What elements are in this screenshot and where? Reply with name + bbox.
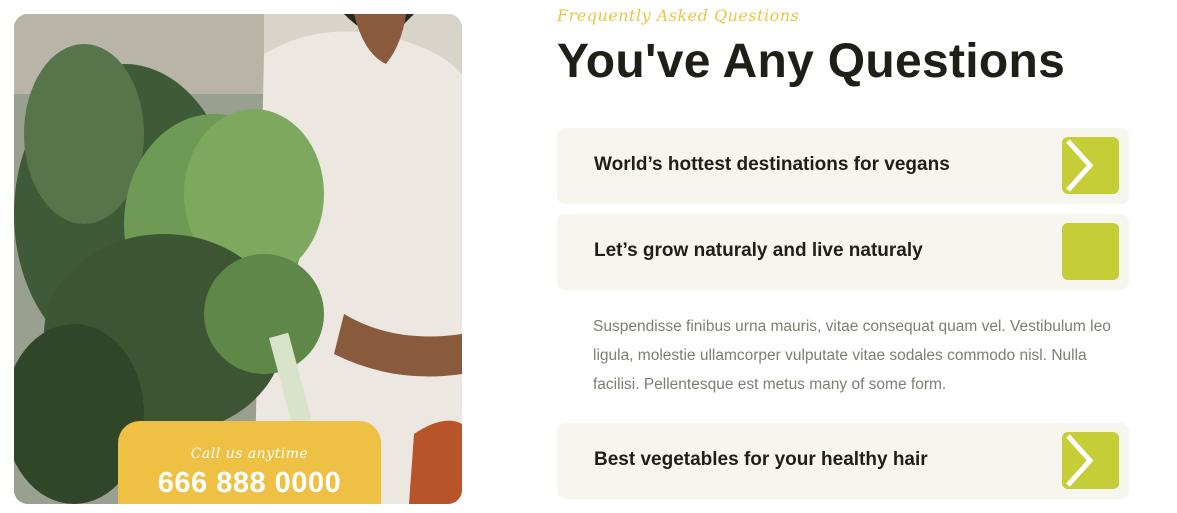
faq-item-2[interactable]: Let’s grow naturaly and live naturaly [557,214,1129,290]
faq-question[interactable]: Best vegetables for your healthy hair [594,449,928,471]
call-us-card[interactable]: Call us anytime 666 888 0000 [118,421,381,504]
chevron-right-icon [1066,434,1094,487]
faq-question[interactable]: Let’s grow naturaly and live naturaly [594,240,923,262]
faq-toggle-button[interactable] [1062,432,1119,489]
section-tagline: Frequently Asked Questions [557,6,800,25]
section-title: You've Any Questions [557,35,1066,88]
faq-toggle-button[interactable] [1062,137,1119,194]
faq-question[interactable]: World’s hottest destinations for vegans [594,154,950,176]
call-label: Call us anytime [190,446,309,462]
faq-toggle-button[interactable] [1062,223,1119,280]
faq-answer: Suspendisse finibus urna mauris, vitae c… [593,318,1111,393]
chevron-right-icon [1066,139,1094,192]
faq-item-3[interactable]: Best vegetables for your healthy hair [557,423,1129,499]
faq-item-1[interactable]: World’s hottest destinations for vegans [557,128,1129,204]
phone-number[interactable]: 666 888 0000 [118,467,381,500]
hero-photo: Call us anytime 666 888 0000 [14,14,462,504]
